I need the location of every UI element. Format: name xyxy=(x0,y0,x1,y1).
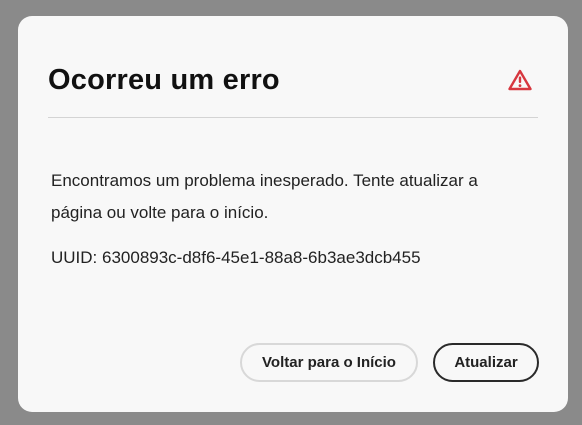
dialog-header: Ocorreu um erro xyxy=(48,16,538,118)
back-to-home-button[interactable]: Voltar para o Início xyxy=(240,343,418,382)
error-uuid: UUID: 6300893c-d8f6-45e1-88a8-6b3ae3dcb4… xyxy=(51,248,421,267)
alert-triangle-icon xyxy=(508,69,532,91)
refresh-button[interactable]: Atualizar xyxy=(433,343,539,382)
error-dialog: Ocorreu um erro Encontramos um problema … xyxy=(18,16,568,412)
error-message: Encontramos um problema inesperado. Tent… xyxy=(51,171,478,222)
dialog-title: Ocorreu um erro xyxy=(48,64,280,96)
